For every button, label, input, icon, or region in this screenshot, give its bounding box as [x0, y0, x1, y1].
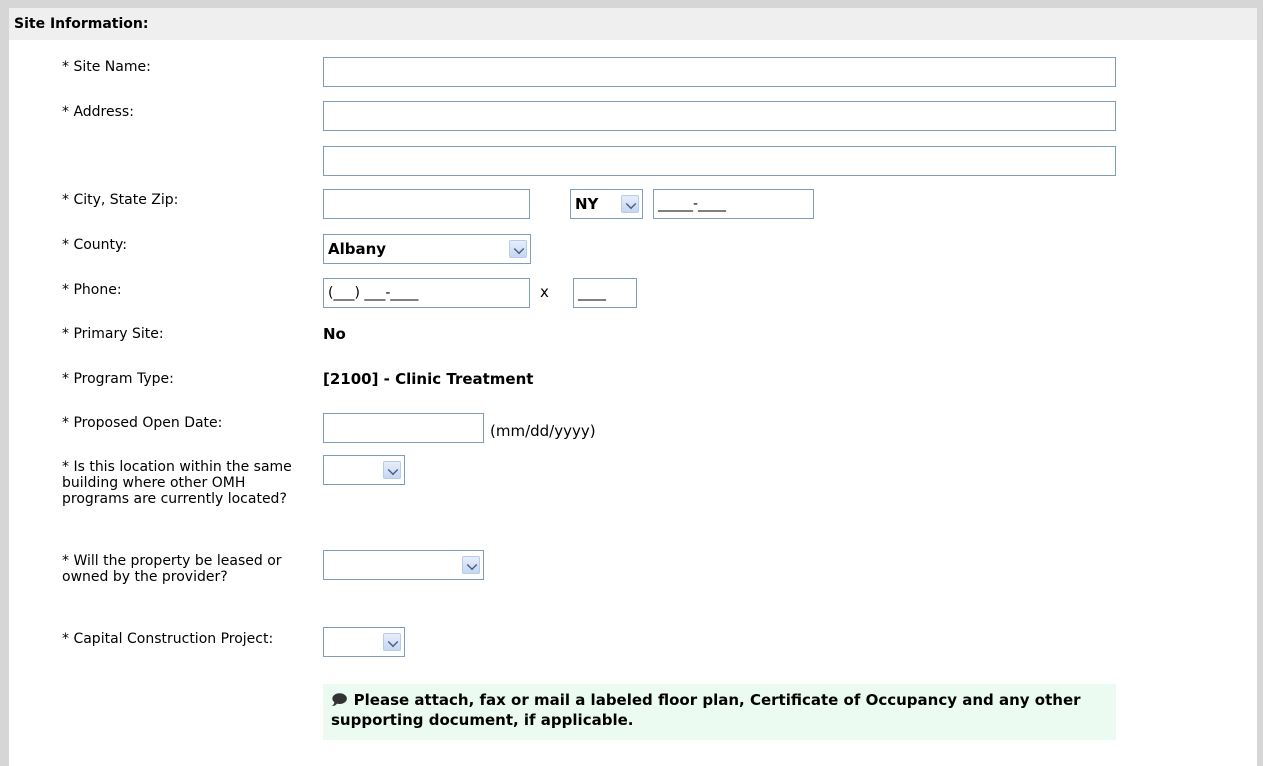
primary-site-label: * Primary Site: [62, 326, 164, 342]
open-date-input[interactable] [323, 413, 484, 443]
chevron-down-icon [462, 556, 480, 574]
chevron-down-icon [509, 240, 527, 258]
program-type-value: [2100] - Clinic Treatment [323, 370, 534, 388]
chevron-down-icon [383, 461, 401, 479]
section-title: Site Information: [9, 8, 1257, 40]
city-state-zip-label: * City, State Zip: [62, 192, 179, 208]
address-line1-input[interactable] [323, 101, 1116, 131]
zip-input[interactable]: _____-____ [653, 189, 814, 219]
leased-owned-select[interactable] [323, 550, 484, 580]
capital-construction-label: * Capital Construction Project: [62, 631, 274, 647]
phone-label: * Phone: [62, 282, 122, 298]
county-select[interactable]: Albany [323, 234, 531, 264]
speech-bubble-icon: 🗩 [331, 691, 348, 709]
phone-ext-input[interactable]: ____ [573, 278, 637, 308]
site-name-label: * Site Name: [62, 59, 151, 75]
state-value: NY [575, 195, 599, 213]
state-select[interactable]: NY [570, 189, 643, 219]
attachment-note: 🗩 Please attach, fax or mail a labeled fl… [323, 684, 1116, 740]
primary-site-value: No [323, 325, 346, 343]
county-value: Albany [328, 240, 387, 258]
leased-owned-label: * Will the property be leased or owned b… [62, 553, 282, 585]
window-frame-right [1257, 0, 1263, 766]
site-name-input[interactable] [323, 57, 1116, 87]
address-label: * Address: [62, 104, 134, 120]
window-frame-left [0, 0, 9, 766]
chevron-down-icon [383, 633, 401, 651]
city-input[interactable] [323, 189, 530, 219]
county-label: * County: [62, 237, 128, 253]
program-type-label: * Program Type: [62, 371, 174, 387]
phone-input[interactable]: (___) ___-____ [323, 278, 530, 308]
phone-ext-separator: x [540, 283, 549, 301]
same-building-select[interactable] [323, 455, 405, 485]
same-building-label: * Is this location within the same build… [62, 459, 292, 507]
open-date-format-hint: (mm/dd/yyyy) [490, 422, 596, 440]
chevron-down-icon [621, 195, 639, 213]
capital-construction-select[interactable] [323, 627, 405, 657]
open-date-label: * Proposed Open Date: [62, 415, 223, 431]
window-frame-top [0, 0, 1263, 8]
address-line2-input[interactable] [323, 146, 1116, 176]
attachment-note-text: Please attach, fax or mail a labeled flo… [331, 691, 1081, 729]
